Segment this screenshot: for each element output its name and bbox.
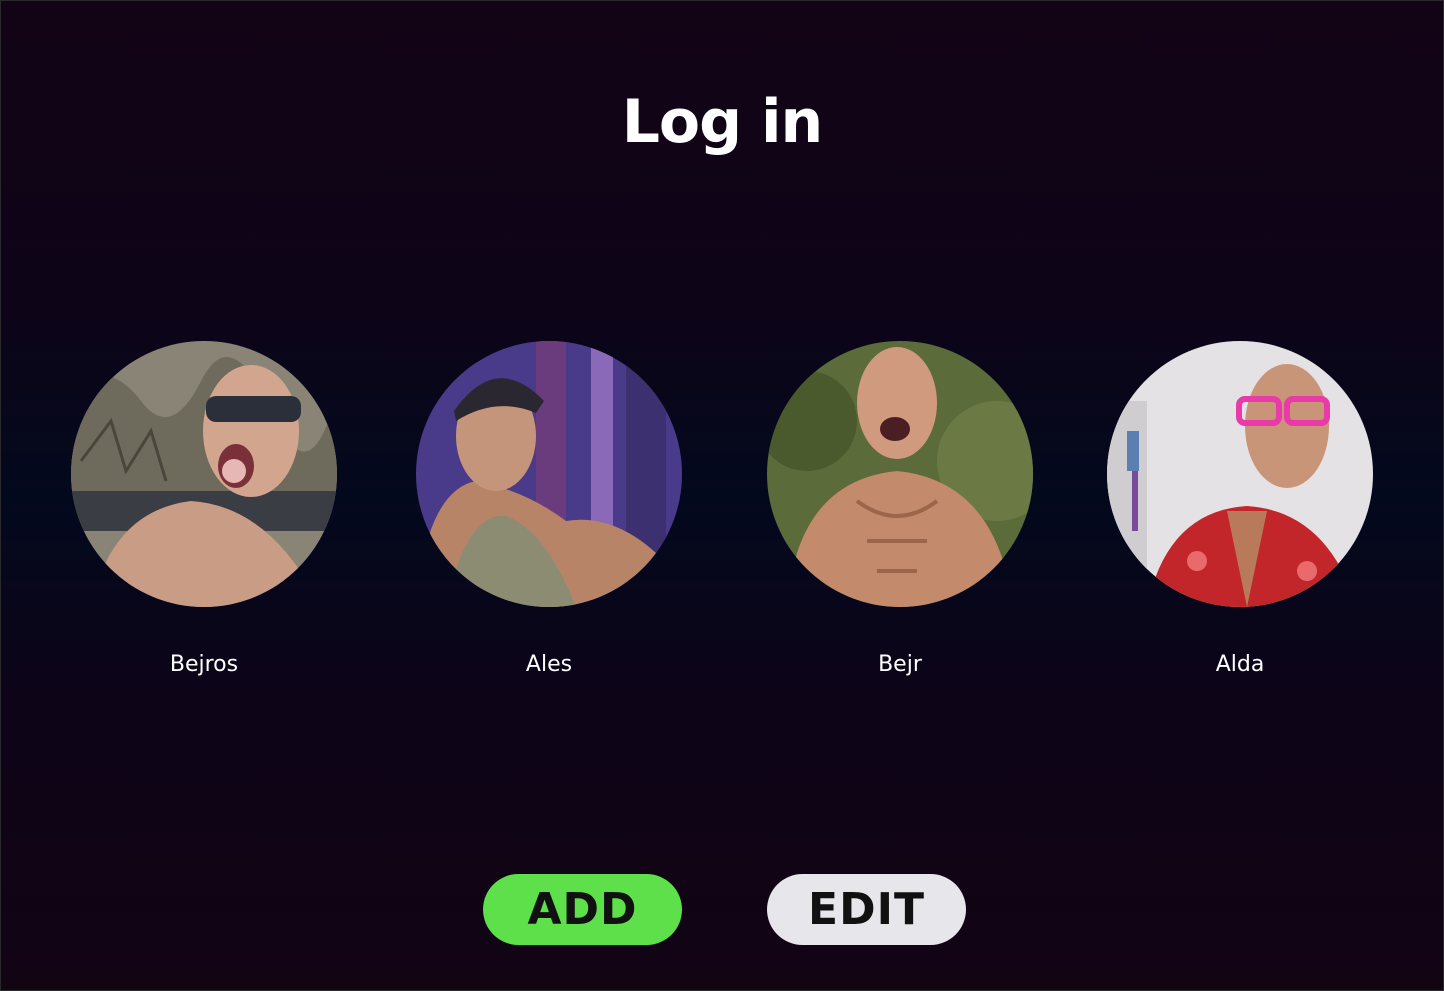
profile-name: Alda xyxy=(1215,652,1265,677)
person-avatar-sunglasses-icon xyxy=(71,341,337,607)
person-avatar-shouting-icon xyxy=(767,341,1033,607)
profile-avatar-bejros[interactable] xyxy=(71,341,337,607)
edit-button[interactable]: EDIT xyxy=(767,874,966,945)
profile-avatar-alda[interactable] xyxy=(1107,341,1373,607)
profile-card-bejros[interactable]: Bejros xyxy=(71,341,337,677)
profile-avatar-bejr[interactable] xyxy=(767,341,1033,607)
page-title: Log in xyxy=(621,87,824,157)
profile-avatar-ales[interactable] xyxy=(416,341,682,607)
profile-card-bejr[interactable]: Bejr xyxy=(767,341,1033,677)
profile-name: Bejros xyxy=(169,652,239,677)
profile-card-alda[interactable]: Alda xyxy=(1107,341,1373,677)
person-avatar-cap-icon xyxy=(416,341,682,607)
profile-name: Ales xyxy=(525,652,573,677)
profile-name: Bejr xyxy=(878,652,922,677)
person-avatar-pink-glasses-icon xyxy=(1107,341,1373,607)
profile-card-ales[interactable]: Ales xyxy=(416,341,682,677)
add-button[interactable]: ADD xyxy=(483,874,682,945)
